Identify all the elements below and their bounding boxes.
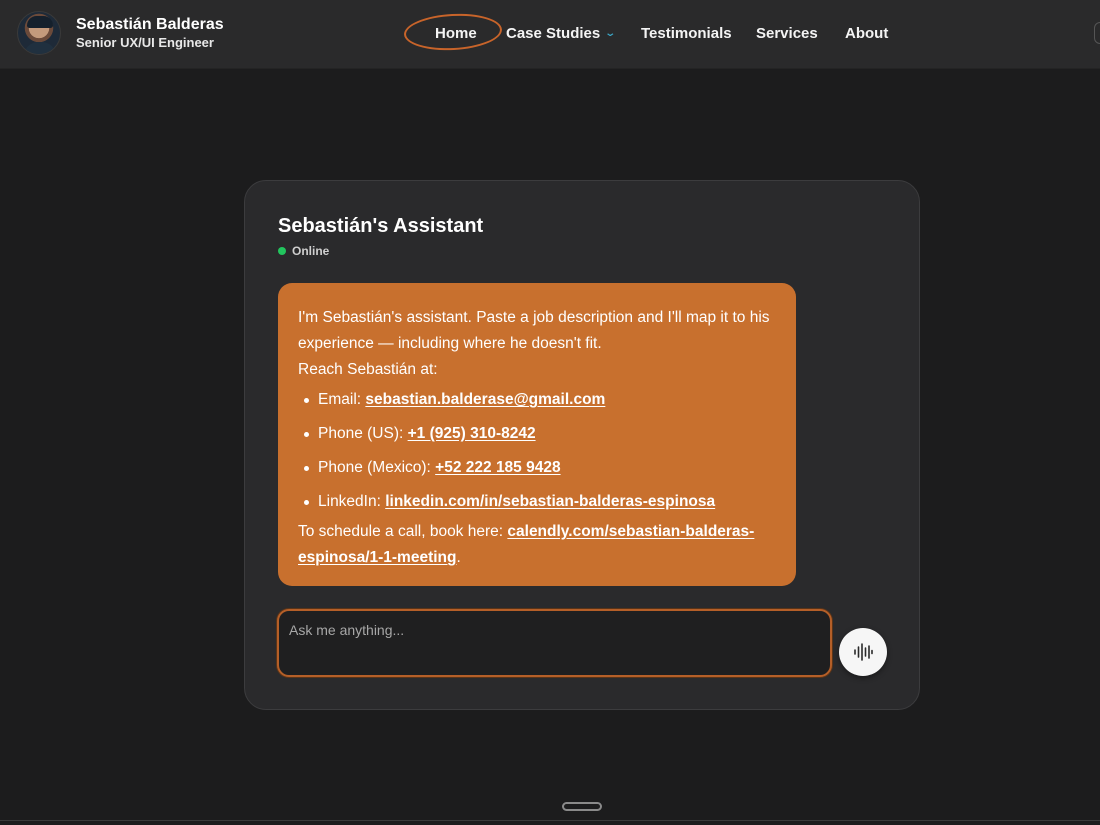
contact-label: Phone (Mexico):	[318, 459, 436, 476]
assistant-message: I'm Sebastián's assistant. Paste a job d…	[278, 283, 796, 586]
edge-control[interactable]	[1094, 22, 1100, 44]
main-nav: Home Case Studies ⌄ Testimonials Services…	[0, 0, 1100, 69]
bottom-divider	[0, 820, 1100, 821]
online-dot-icon	[278, 247, 286, 255]
nav-case-studies[interactable]: Case Studies ⌄	[506, 25, 617, 42]
contact-label: Phone (US):	[318, 425, 408, 442]
voice-input-button[interactable]	[839, 628, 887, 676]
phone-mx-link[interactable]: +52 222 185 9428	[435, 459, 560, 476]
bottom-drag-handle[interactable]	[562, 802, 602, 811]
contact-list: Email: sebastian.balderase@gmail.com Pho…	[298, 387, 776, 515]
message-reach: Reach Sebastián at:	[298, 361, 438, 378]
message-intro: I'm Sebastián's assistant. Paste a job d…	[298, 309, 770, 352]
email-link[interactable]: sebastian.balderase@gmail.com	[365, 391, 605, 408]
schedule-suffix: .	[456, 549, 461, 566]
nav-testimonials[interactable]: Testimonials	[641, 25, 732, 42]
schedule-prefix: To schedule a call, book here:	[298, 523, 508, 540]
top-nav-bar: Sebastián Balderas Senior UX/UI Engineer…	[0, 0, 1100, 69]
nav-home[interactable]: Home	[435, 25, 477, 42]
contact-linkedin: LinkedIn: linkedin.com/in/sebastian-bald…	[298, 489, 776, 515]
linkedin-link[interactable]: linkedin.com/in/sebastian-balderas-espin…	[385, 493, 715, 510]
chat-title: Sebastián's Assistant	[278, 215, 484, 237]
nav-case-studies-label: Case Studies	[506, 25, 601, 42]
contact-email: Email: sebastian.balderase@gmail.com	[298, 387, 776, 413]
voice-waveform-icon	[854, 643, 873, 661]
contact-phone-mx: Phone (Mexico): +52 222 185 9428	[298, 455, 776, 481]
phone-us-link[interactable]: +1 (925) 310-8242	[408, 425, 536, 442]
nav-services[interactable]: Services	[756, 25, 818, 42]
contact-label: LinkedIn:	[318, 493, 386, 510]
nav-about[interactable]: About	[845, 25, 888, 42]
contact-phone-us: Phone (US): +1 (925) 310-8242	[298, 421, 776, 447]
status-badge: Online	[278, 244, 329, 258]
status-text: Online	[292, 244, 330, 258]
message-schedule: To schedule a call, book here: calendly.…	[298, 519, 776, 571]
contact-label: Email:	[318, 391, 366, 408]
chat-input[interactable]	[279, 611, 830, 675]
chat-input-wrapper	[277, 609, 832, 677]
chat-card: Sebastián's Assistant Online I'm Sebasti…	[244, 180, 920, 710]
chevron-down-icon: ⌄	[604, 28, 617, 39]
